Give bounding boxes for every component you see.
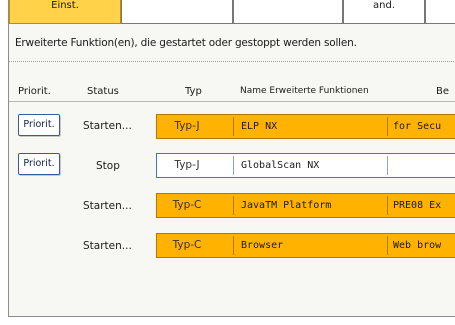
- separator-line: [9, 61, 455, 62]
- column-header-status: Status: [87, 86, 119, 97]
- cell-divider: [233, 156, 234, 175]
- row-3-name: JavaTM Platform: [241, 200, 332, 211]
- table-row-1[interactable]: Typ-J ELP NX for Secu: [156, 114, 455, 139]
- priority-button-row-2[interactable]: Priorit.: [18, 153, 60, 175]
- table-row-2[interactable]: Typ-J GlobalScan NX: [156, 153, 455, 178]
- tab-3[interactable]: [233, 0, 343, 24]
- instruction-text: Erweiterte Funktion(en), die gestartet o…: [15, 37, 357, 49]
- cell-divider: [387, 156, 388, 175]
- row-4-description: Web brow: [393, 240, 442, 251]
- row-3-type: Typ-C: [172, 199, 202, 211]
- table-row-4[interactable]: Typ-C Browser Web brow: [156, 233, 455, 258]
- row-3-status: Starten...: [83, 200, 132, 212]
- table-row-3[interactable]: Typ-C JavaTM Platform PRE08 Ex: [156, 193, 455, 218]
- tab-and[interactable]: and.: [343, 0, 425, 24]
- column-header-priority: Priorit.: [18, 86, 51, 97]
- row-2-name: GlobalScan NX: [241, 160, 320, 171]
- row-1-type: Typ-J: [174, 120, 200, 132]
- cell-divider: [387, 117, 388, 136]
- priority-button-row-1[interactable]: Priorit.: [18, 114, 60, 136]
- row-2-type: Typ-J: [174, 159, 200, 171]
- column-header-type: Typ: [185, 86, 202, 97]
- row-2-status: Stop: [96, 160, 120, 172]
- header-divider: [9, 101, 455, 102]
- row-1-description: for Secu: [393, 121, 442, 132]
- tab-einst[interactable]: Einst.: [9, 0, 121, 24]
- cell-divider: [233, 236, 234, 255]
- cell-divider: [233, 196, 234, 215]
- tab-strip: Einst. and.: [9, 0, 455, 24]
- tab-5[interactable]: [425, 0, 455, 24]
- row-2-description: [389, 154, 455, 177]
- row-4-name: Browser: [241, 240, 284, 251]
- column-header-name: Name Erweiterte Funktionen: [240, 86, 369, 96]
- cell-divider: [387, 236, 388, 255]
- tab-2[interactable]: [121, 0, 233, 24]
- column-header-description: Be: [436, 86, 450, 97]
- cell-divider: [233, 117, 234, 136]
- cell-divider: [387, 196, 388, 215]
- row-3-description: PRE08 Ex: [393, 200, 442, 211]
- row-1-status: Starten...: [83, 120, 132, 132]
- row-1-name: ELP NX: [241, 121, 278, 132]
- application-window: Einst. and. Erweiterte Funktion(en), die…: [8, 0, 455, 317]
- row-4-type: Typ-C: [172, 239, 202, 251]
- row-4-status: Starten...: [83, 240, 132, 252]
